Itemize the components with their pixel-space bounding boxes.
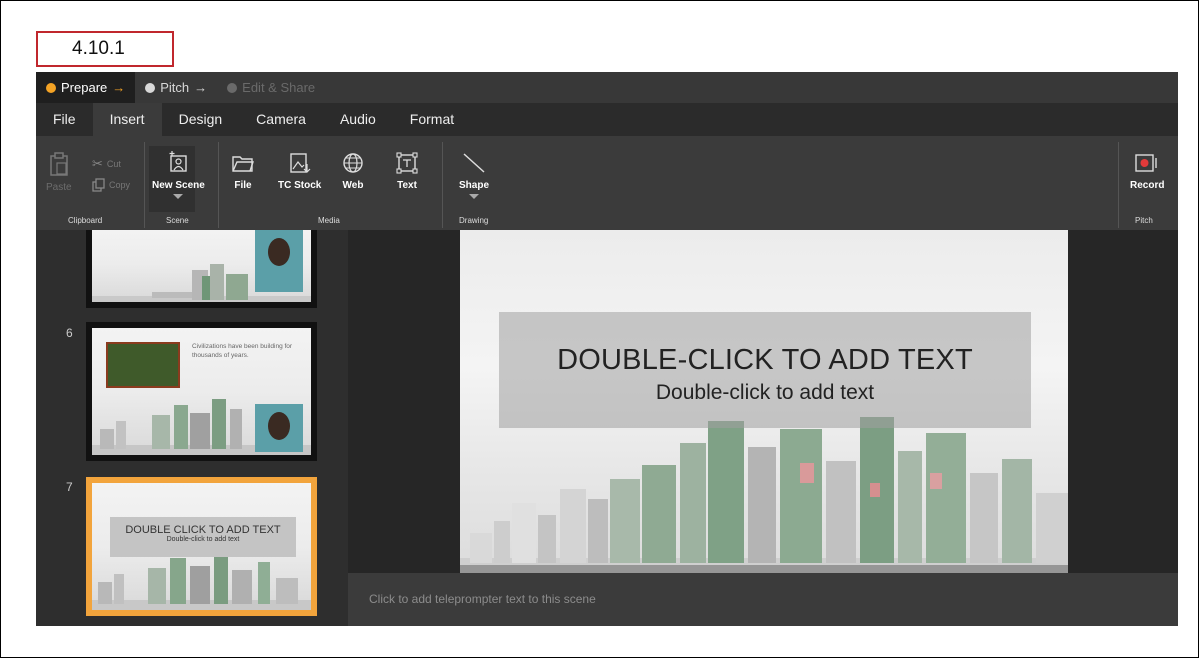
city-skyline-image: [460, 417, 1068, 573]
clipboard-group-label: Clipboard: [68, 216, 103, 225]
copy-icon: [92, 178, 105, 192]
scissors-icon: ✂: [92, 156, 103, 171]
ribbon-separator: [144, 142, 145, 228]
folder-icon: [232, 156, 254, 172]
step-dot-icon: [227, 82, 238, 93]
file-button[interactable]: File: [232, 152, 254, 191]
step-label: Edit & Share: [242, 80, 316, 95]
step-edit-share[interactable]: Edit & Share: [217, 72, 325, 103]
record-icon: [1135, 154, 1157, 172]
scene-subtitle: Double-click to add text: [166, 536, 240, 543]
ribbon: Paste ✂ Cut Copy Clipboard New Scene Sce…: [36, 136, 1178, 230]
record-button[interactable]: Record: [1130, 152, 1164, 191]
menu-bar: File Insert Design Camera Audio Format: [36, 103, 1178, 136]
app-window: Prepare → Pitch → Edit & Share File Inse…: [36, 72, 1178, 626]
scene-text: Civilizations have been building for tho…: [192, 343, 293, 359]
step-label: Prepare: [61, 80, 108, 95]
scene-thumbnail[interactable]: [86, 230, 317, 308]
workflow-steps: Prepare → Pitch → Edit & Share: [36, 72, 1178, 103]
ribbon-separator: [442, 142, 443, 228]
ribbon-separator: [218, 142, 219, 228]
drawing-group-label: Drawing: [459, 216, 489, 225]
step-arrow-icon: →: [194, 80, 208, 95]
line-shape-icon: [463, 153, 485, 173]
tab-audio[interactable]: Audio: [323, 103, 393, 136]
step-dot-icon: [46, 82, 56, 93]
copy-button[interactable]: Copy: [92, 178, 130, 192]
teleprompter-field[interactable]: Click to add teleprompter text to this s…: [348, 573, 1178, 626]
media-group-label: Media: [318, 216, 340, 225]
step-pitch[interactable]: Pitch →: [135, 72, 217, 103]
slide-title[interactable]: DOUBLE-CLICK TO ADD TEXT: [499, 344, 1031, 377]
new-scene-label: New Scene: [152, 180, 205, 191]
stage-area: DOUBLE-CLICK TO ADD TEXT Double-click to…: [348, 230, 1178, 573]
chevron-down-icon: [469, 194, 479, 199]
scene-text-box: DOUBLE CLICK TO ADD TEXT Double-click to…: [110, 517, 296, 557]
scene-title: DOUBLE CLICK TO ADD TEXT: [125, 524, 281, 536]
new-scene-icon: [169, 151, 188, 172]
tab-design[interactable]: Design: [162, 103, 240, 136]
figure-label: 4.10.1: [36, 31, 174, 67]
record-label: Record: [1130, 180, 1165, 191]
scene-slide: [92, 230, 311, 302]
step-label: Pitch: [160, 80, 190, 95]
cave-photo: [106, 342, 180, 388]
paste-label: Paste: [46, 182, 72, 193]
text-button[interactable]: Text: [396, 152, 418, 191]
cut-label: Cut: [106, 159, 121, 169]
scene-list[interactable]: 6 Civilizations have been building for t…: [36, 230, 348, 626]
scene-group-label: Scene: [166, 216, 189, 225]
tab-file[interactable]: File: [36, 103, 93, 136]
slide-subtitle[interactable]: Double-click to add text: [499, 381, 1031, 405]
teleprompter-placeholder: Click to add teleprompter text to this s…: [369, 592, 596, 606]
file-label: File: [234, 180, 252, 191]
scene-number: 7: [66, 480, 73, 494]
scene-number: 6: [66, 326, 73, 340]
paste-icon: [50, 152, 68, 176]
new-scene-button[interactable]: New Scene: [152, 150, 205, 199]
text-label: Text: [397, 180, 417, 191]
image-stock-icon: [289, 153, 311, 173]
presenter-photo: [255, 230, 303, 292]
copy-label: Copy: [109, 180, 131, 190]
cut-button[interactable]: ✂ Cut: [92, 156, 121, 172]
scene-thumbnail[interactable]: Civilizations have been building for tho…: [86, 322, 317, 461]
ribbon-separator: [1118, 142, 1119, 228]
step-arrow-icon: →: [112, 80, 126, 95]
slide-canvas[interactable]: DOUBLE-CLICK TO ADD TEXT Double-click to…: [460, 230, 1068, 573]
scene-slide: DOUBLE CLICK TO ADD TEXT Double-click to…: [92, 483, 311, 610]
shape-button[interactable]: Shape: [459, 152, 489, 199]
chevron-down-icon: [173, 194, 184, 199]
shape-label: Shape: [459, 180, 490, 191]
tab-format[interactable]: Format: [393, 103, 471, 136]
tc-stock-button[interactable]: TC Stock: [278, 152, 321, 191]
scene-thumbnail-selected[interactable]: DOUBLE CLICK TO ADD TEXT Double-click to…: [86, 477, 317, 616]
tc-stock-label: TC Stock: [278, 180, 322, 191]
web-button[interactable]: Web: [342, 152, 364, 191]
step-prepare[interactable]: Prepare →: [36, 72, 136, 103]
tab-camera[interactable]: Camera: [239, 103, 323, 136]
globe-icon: [343, 153, 363, 173]
paste-button[interactable]: Paste: [46, 152, 72, 193]
scene-slide: Civilizations have been building for tho…: [92, 328, 311, 455]
pitch-group-label: Pitch: [1135, 216, 1153, 225]
city-skyline-image: [92, 552, 311, 610]
slide-text-box[interactable]: DOUBLE-CLICK TO ADD TEXT Double-click to…: [499, 312, 1031, 428]
web-label: Web: [342, 180, 364, 191]
step-dot-icon: [145, 82, 156, 93]
text-box-icon: [396, 152, 418, 174]
tab-insert[interactable]: Insert: [92, 103, 162, 136]
presenter-photo: [255, 404, 303, 452]
